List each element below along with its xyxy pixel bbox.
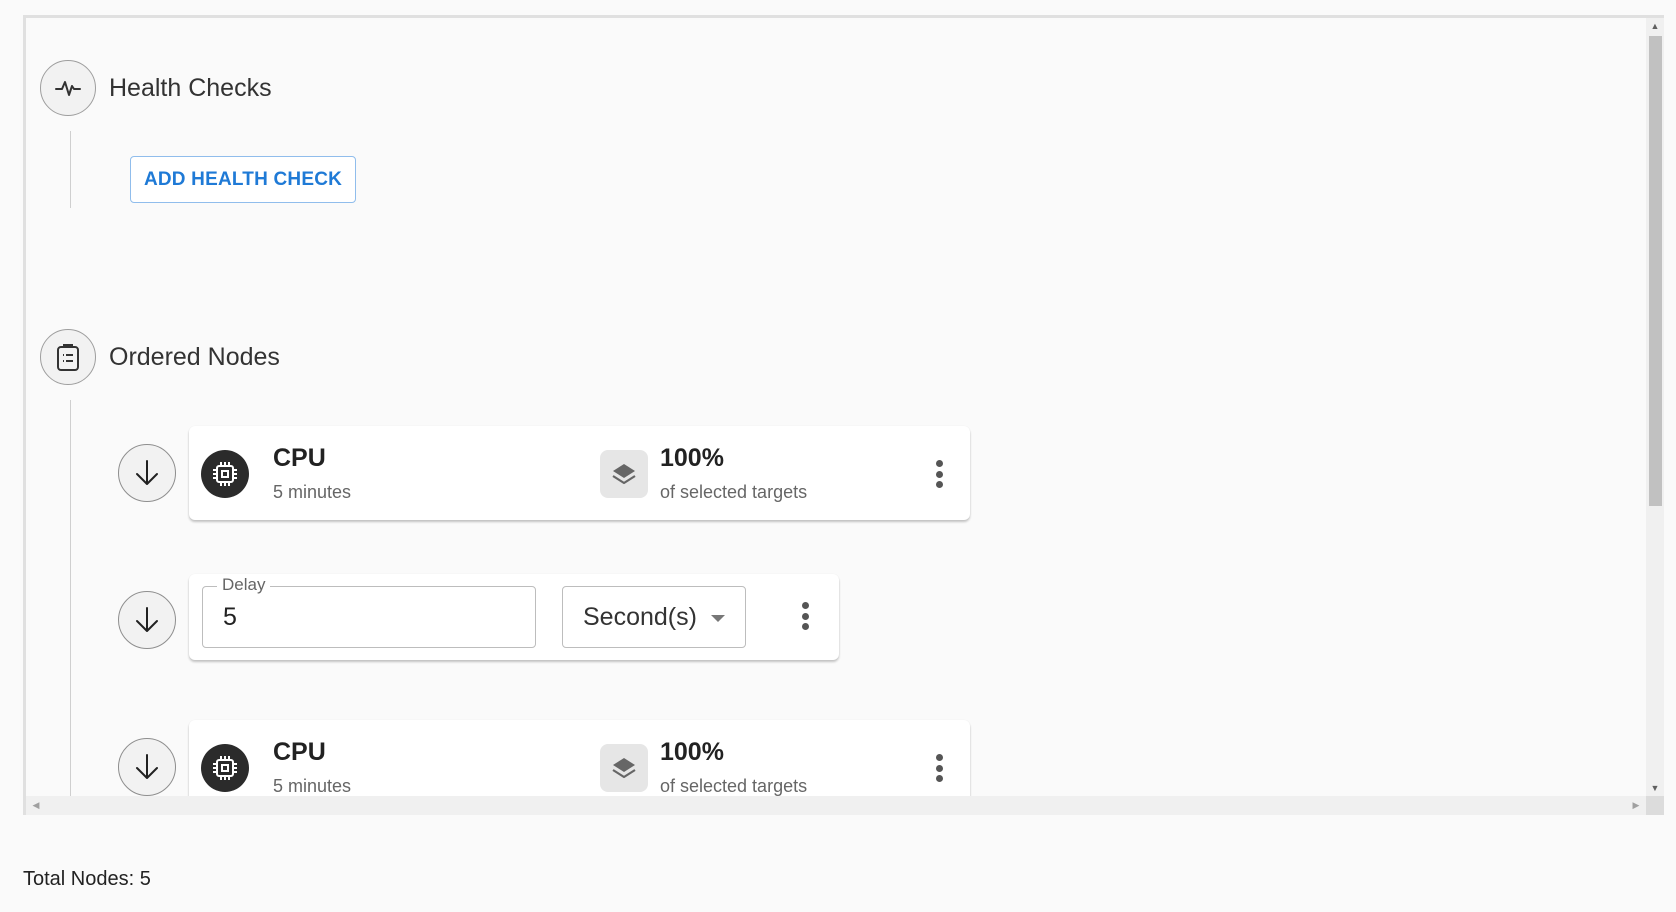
target-label: of selected targets	[660, 482, 808, 502]
scroll-up-icon[interactable]: ▲	[1646, 18, 1664, 34]
node-duration: 5 minutes	[273, 776, 352, 796]
target-percent: 100%	[660, 738, 724, 766]
timeline-connector	[70, 400, 71, 796]
node-title: CPU	[273, 738, 326, 766]
health-checks-header: Health Checks	[40, 60, 272, 116]
health-checks-title: Health Checks	[109, 73, 272, 102]
delay-field[interactable]: Delay	[202, 575, 536, 648]
scroll-right-icon[interactable]: ▶	[1628, 796, 1644, 815]
cpu-chip-icon	[201, 744, 249, 792]
delay-input[interactable]	[223, 603, 513, 632]
ordered-nodes-title: Ordered Nodes	[109, 342, 280, 371]
ordered-nodes-header: Ordered Nodes	[40, 329, 280, 385]
delay-unit-value: Second(s)	[583, 602, 697, 631]
node-card-cpu[interactable]: CPU 5 minutes 100% of selected targets	[189, 426, 970, 520]
node-card-delay: Delay Second(s)	[189, 574, 839, 660]
horizontal-scrollbar[interactable]: ◀ ▶	[26, 796, 1646, 815]
scroll-viewport: Health Checks ADD HEALTH CHECK Ordered N…	[26, 18, 1646, 796]
arrow-down-icon[interactable]	[118, 591, 176, 649]
scrollbar-corner	[1646, 796, 1664, 815]
add-health-check-button[interactable]: ADD HEALTH CHECK	[130, 156, 356, 203]
layers-icon	[600, 450, 648, 498]
workflow-panel: Health Checks ADD HEALTH CHECK Ordered N…	[23, 15, 1664, 815]
more-options-icon[interactable]	[929, 456, 949, 492]
delay-label: Delay	[217, 575, 271, 595]
arrow-down-icon[interactable]	[118, 738, 176, 796]
pulse-icon	[40, 60, 96, 116]
delay-unit-select[interactable]: Second(s)	[562, 586, 746, 648]
scroll-left-icon[interactable]: ◀	[28, 796, 44, 815]
cpu-chip-icon	[201, 450, 249, 498]
node-title: CPU	[273, 444, 326, 472]
target-percent: 100%	[660, 444, 724, 472]
vertical-scrollbar[interactable]: ▲ ▼	[1646, 18, 1664, 796]
scroll-down-icon[interactable]: ▼	[1646, 780, 1664, 796]
more-options-icon[interactable]	[929, 750, 949, 786]
arrow-down-icon[interactable]	[118, 444, 176, 502]
total-nodes-count: Total Nodes: 5	[23, 868, 151, 890]
vertical-scrollbar-thumb[interactable]	[1649, 36, 1662, 506]
clipboard-list-icon	[40, 329, 96, 385]
node-duration: 5 minutes	[273, 482, 352, 502]
timeline-connector	[70, 131, 71, 208]
caret-down-icon	[710, 614, 725, 622]
layers-icon	[600, 744, 648, 792]
node-card-cpu[interactable]: CPU 5 minutes 100% of selected targets	[189, 720, 970, 796]
target-label: of selected targets	[660, 776, 808, 796]
more-options-icon[interactable]	[795, 598, 815, 634]
